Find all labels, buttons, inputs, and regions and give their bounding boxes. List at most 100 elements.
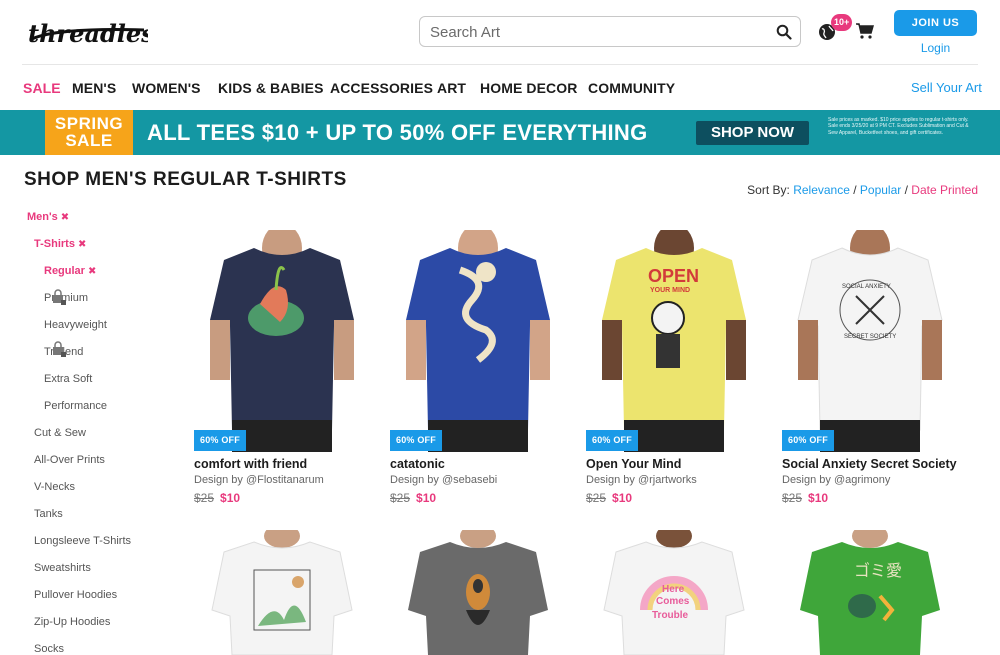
filter-regular[interactable]: Regular ✖ <box>44 265 96 277</box>
nav-item-accessories[interactable]: ACCESSORIES <box>330 80 433 96</box>
search-bar <box>419 16 801 47</box>
filter-label: Men's <box>27 211 58 223</box>
t-shirt-model-image: SOCIAL ANXIETY SECRET SOCIETY <box>782 230 957 452</box>
product-title[interactable]: catatonic <box>390 457 445 471</box>
search-input[interactable] <box>430 22 760 42</box>
sale-price: $10 <box>220 491 241 505</box>
nav-item-sale[interactable]: SALE <box>23 80 61 96</box>
product-designer[interactable]: Design by @sebasebi <box>390 474 497 486</box>
filter-label: T-Shirts <box>34 238 75 250</box>
product-card[interactable] <box>390 530 565 655</box>
product-title[interactable]: Social Anxiety Secret Society <box>782 457 957 471</box>
filter-t-shirts[interactable]: T-Shirts ✖ <box>34 238 86 250</box>
t-shirt-model-image: OPEN YOUR MIND <box>586 230 761 452</box>
old-price: $25 <box>782 491 803 505</box>
threadless-logo[interactable]: threadless <box>24 10 148 52</box>
filter-label: Regular <box>44 265 85 277</box>
shop-now-button[interactable]: SHOP NOW <box>696 121 809 145</box>
filter-performance[interactable]: Performance <box>44 400 107 412</box>
old-price: $25 <box>586 491 607 505</box>
promo-banner[interactable]: SPRING SALE ALL TEES $10 + UP TO 50% OFF… <box>0 110 1000 155</box>
logo-text: threadless <box>28 19 148 48</box>
nav-item-womens[interactable]: WOMEN'S <box>132 80 201 96</box>
nav-item-community[interactable]: COMMUNITY <box>588 80 675 96</box>
lock-icon <box>53 341 66 357</box>
t-shirt-model-image[interactable] <box>390 530 565 655</box>
product-designer[interactable]: Design by @Flostitanarum <box>194 474 324 486</box>
artwork-secret-society: SECRET SOCIETY <box>844 334 896 340</box>
product-price: $25 $10 <box>194 491 240 505</box>
nav-item-home-decor[interactable]: HOME DECOR <box>480 80 577 96</box>
shirt-body <box>210 248 354 430</box>
nav-item-mens[interactable]: MEN'S <box>72 80 116 96</box>
sort-popular[interactable]: Popular <box>860 183 901 197</box>
filter-heavyweight[interactable]: Heavyweight <box>44 319 107 331</box>
filter-socks[interactable]: Socks <box>34 643 64 655</box>
product-designer[interactable]: Design by @agrimony <box>782 474 890 486</box>
filter-v-necks[interactable]: V-Necks <box>34 481 75 493</box>
sell-your-art-link[interactable]: Sell Your Art <box>911 80 982 95</box>
filter-tanks[interactable]: Tanks <box>34 508 63 520</box>
cart-icon[interactable] <box>856 23 874 39</box>
filter-all-over-prints[interactable]: All-Over Prints <box>34 454 105 466</box>
t-shirt-model-image <box>390 230 565 452</box>
nav-item-art[interactable]: ART <box>437 80 466 96</box>
product-title[interactable]: Open Your Mind <box>586 457 681 471</box>
artwork-here: Here <box>662 584 685 595</box>
sort-date-printed[interactable]: Date Printed <box>911 183 978 197</box>
old-price: $25 <box>390 491 411 505</box>
search-icon[interactable] <box>776 24 792 40</box>
remove-filter-icon[interactable]: ✖ <box>61 212 69 223</box>
product-title[interactable]: comfort with friend <box>194 457 307 471</box>
product-image[interactable]: SOCIAL ANXIETY SECRET SOCIETY <box>782 230 957 452</box>
artwork-comes: Comes <box>656 596 690 607</box>
product-designer[interactable]: Design by @rjartworks <box>586 474 697 486</box>
t-shirt-model-image[interactable]: Here Comes Trouble <box>586 530 761 655</box>
login-link[interactable]: Login <box>894 41 977 55</box>
product-image[interactable]: OPEN YOUR MIND <box>586 230 761 452</box>
notification-badge[interactable]: 10+ <box>831 14 853 31</box>
discount-badge: 60% OFF <box>586 430 638 451</box>
artwork-kanji: ゴミ愛 <box>854 561 902 580</box>
t-shirt-model-image[interactable]: ゴミ愛 <box>782 530 957 655</box>
t-shirt-model-image[interactable] <box>194 530 369 655</box>
filter-mens[interactable]: Men's ✖ <box>27 211 69 223</box>
banner-fine-print: Sale prices as marked. $10 price applies… <box>828 117 969 136</box>
product-card[interactable] <box>194 530 369 655</box>
filter-longsleeve[interactable]: Longsleeve T-Shirts <box>34 535 131 547</box>
lock-icon <box>53 289 66 305</box>
sort-controls: Sort By: Relevance / Popular / Date Prin… <box>747 183 978 197</box>
filter-premium[interactable]: Premium <box>44 292 88 304</box>
filter-extra-soft[interactable]: Extra Soft <box>44 373 92 385</box>
sort-separator: / <box>849 183 860 197</box>
discount-badge: 60% OFF <box>390 430 442 451</box>
nav-item-kids-babies[interactable]: KIDS & BABIES <box>218 80 324 96</box>
site-header: threadless 10+ JOIN US Login <box>0 0 1000 64</box>
main-nav: SALE MEN'S WOMEN'S KIDS & BABIES ACCESSO… <box>0 66 1000 110</box>
product-image[interactable] <box>194 230 369 452</box>
product-price: $25 $10 <box>782 491 828 505</box>
remove-filter-icon[interactable]: ✖ <box>88 266 96 277</box>
remove-filter-icon[interactable]: ✖ <box>78 239 86 250</box>
sort-separator: / <box>901 183 912 197</box>
product-price: $25 $10 <box>586 491 632 505</box>
product-card[interactable]: Here Comes Trouble <box>586 530 761 655</box>
filter-zip-up-hoodies[interactable]: Zip-Up Hoodies <box>34 616 110 628</box>
discount-badge: 60% OFF <box>194 430 246 451</box>
spring-sale-line1: SPRING <box>54 114 124 133</box>
sale-price: $10 <box>416 491 437 505</box>
spring-sale-badge: SPRING SALE <box>45 110 133 155</box>
old-price: $25 <box>194 491 215 505</box>
product-image[interactable] <box>390 230 565 452</box>
spring-sale-line2: SALE <box>65 131 113 150</box>
join-us-button[interactable]: JOIN US <box>894 10 977 36</box>
filter-pullover-hoodies[interactable]: Pullover Hoodies <box>34 589 117 601</box>
sort-relevance[interactable]: Relevance <box>793 183 850 197</box>
artwork-social-anxiety: SOCIAL ANXIETY <box>842 284 891 290</box>
filter-cut-sew[interactable]: Cut & Sew <box>34 427 86 439</box>
product-price: $25 $10 <box>390 491 436 505</box>
discount-badge: 60% OFF <box>782 430 834 451</box>
product-card[interactable]: ゴミ愛 <box>782 530 957 655</box>
artwork-your-mind: YOUR MIND <box>650 287 690 294</box>
filter-sweatshirts[interactable]: Sweatshirts <box>34 562 91 574</box>
